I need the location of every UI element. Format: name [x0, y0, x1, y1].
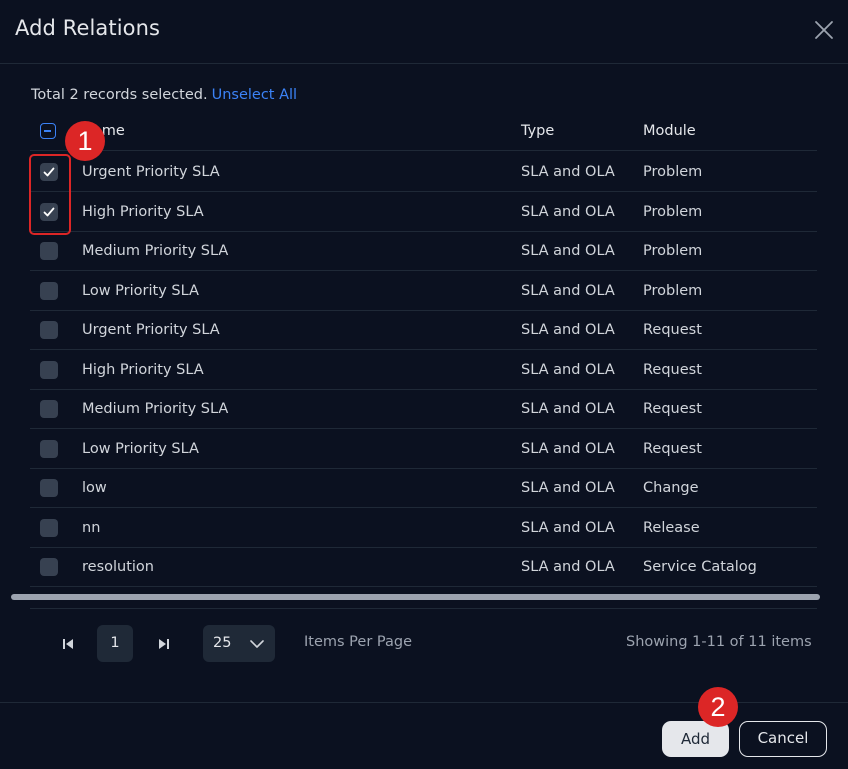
- annotation-highlight-box: [29, 154, 71, 235]
- page-number-1[interactable]: 1: [97, 625, 133, 662]
- row-checkbox[interactable]: [40, 439, 58, 458]
- row-checkbox[interactable]: [40, 360, 58, 379]
- cancel-button[interactable]: Cancel: [739, 721, 827, 757]
- items-per-page-select[interactable]: 25: [203, 625, 275, 662]
- row-checkbox[interactable]: [40, 321, 58, 339]
- close-button[interactable]: [812, 18, 836, 42]
- row-module: Problem: [643, 164, 703, 180]
- table-bottom-divider: [30, 608, 817, 609]
- horizontal-scrollbar[interactable]: [11, 594, 820, 600]
- annotation-marker-2: 2: [698, 687, 738, 727]
- first-page-button[interactable]: [56, 632, 80, 656]
- row-module: Problem: [643, 282, 703, 299]
- selection-summary: Total 2 records selected. Unselect All: [31, 87, 297, 103]
- row-type: SLA and OLA: [521, 164, 615, 180]
- row-type: SLA and OLA: [521, 282, 615, 299]
- row-checkbox[interactable]: [40, 281, 58, 300]
- row-module: Service Catalog: [643, 559, 757, 575]
- row-name: Low Priority SLA: [82, 282, 199, 299]
- showing-count: Showing 1-11 of 11 items: [626, 634, 812, 650]
- row-checkbox[interactable]: [40, 479, 58, 497]
- row-checkbox[interactable]: [40, 242, 58, 260]
- column-header-module[interactable]: Module: [643, 112, 696, 151]
- row-type: SLA and OLA: [521, 559, 615, 575]
- row-name: Urgent Priority SLA: [82, 164, 220, 180]
- row-name: nn: [82, 519, 101, 536]
- row-checkbox[interactable]: [40, 518, 58, 537]
- row-type: SLA and OLA: [521, 203, 615, 220]
- unselect-all-link[interactable]: Unselect All: [212, 87, 297, 103]
- row-module: Request: [643, 361, 702, 378]
- row-module: Change: [643, 480, 699, 496]
- table-row[interactable]: Urgent Priority SLA SLA and OLA Problem: [30, 153, 817, 192]
- row-type: SLA and OLA: [521, 401, 615, 417]
- table-row[interactable]: Low Priority SLA SLA and OLA Request: [30, 430, 817, 469]
- table-header-row: Name Type Module: [30, 112, 817, 151]
- row-name: High Priority SLA: [82, 361, 204, 378]
- table-row[interactable]: High Priority SLA SLA and OLA Problem: [30, 193, 817, 232]
- row-type: SLA and OLA: [521, 440, 615, 457]
- items-per-page-label: Items Per Page: [304, 634, 412, 650]
- last-page-icon: [159, 639, 169, 649]
- select-all-checkbox[interactable]: [40, 123, 56, 139]
- row-module: Release: [643, 519, 700, 536]
- table-row[interactable]: Urgent Priority SLA SLA and OLA Request: [30, 311, 817, 350]
- column-header-type[interactable]: Type: [521, 112, 554, 151]
- annotation-marker-1: 1: [65, 121, 105, 161]
- row-module: Problem: [643, 243, 703, 259]
- row-checkbox[interactable]: [40, 558, 58, 576]
- close-icon: [815, 21, 833, 39]
- row-module: Problem: [643, 203, 703, 220]
- row-name: low: [82, 480, 107, 496]
- table-row[interactable]: nn SLA and OLA Release: [30, 509, 817, 548]
- table-row[interactable]: Medium Priority SLA SLA and OLA Request: [30, 390, 817, 429]
- selection-count-text: Total 2 records selected.: [31, 87, 208, 103]
- row-type: SLA and OLA: [521, 243, 615, 259]
- row-name: resolution: [82, 559, 154, 575]
- row-type: SLA and OLA: [521, 519, 615, 536]
- row-name: Medium Priority SLA: [82, 243, 229, 259]
- row-type: SLA and OLA: [521, 480, 615, 496]
- row-module: Request: [643, 401, 702, 417]
- row-name: Urgent Priority SLA: [82, 322, 220, 338]
- table-row[interactable]: low SLA and OLA Change: [30, 469, 817, 508]
- table-row[interactable]: Medium Priority SLA SLA and OLA Problem: [30, 232, 817, 271]
- row-name: Medium Priority SLA: [82, 401, 229, 417]
- row-name: Low Priority SLA: [82, 440, 199, 457]
- row-checkbox[interactable]: [40, 400, 58, 418]
- row-module: Request: [643, 322, 702, 338]
- dialog-header: Add Relations: [0, 0, 848, 64]
- row-type: SLA and OLA: [521, 322, 615, 338]
- table-row[interactable]: High Priority SLA SLA and OLA Request: [30, 351, 817, 390]
- row-type: SLA and OLA: [521, 361, 615, 378]
- first-page-icon: [63, 639, 73, 649]
- items-per-page-value: 25: [213, 635, 232, 651]
- row-module: Request: [643, 440, 702, 457]
- table-row[interactable]: Low Priority SLA SLA and OLA Problem: [30, 272, 817, 311]
- last-page-button[interactable]: [152, 632, 176, 656]
- chevron-down-icon: [250, 640, 264, 648]
- row-name: High Priority SLA: [82, 203, 204, 220]
- table-row[interactable]: resolution SLA and OLA Service Catalog: [30, 548, 817, 587]
- dialog-title: Add Relations: [15, 16, 161, 40]
- add-relations-dialog: Add Relations Total 2 records selected. U…: [0, 0, 848, 769]
